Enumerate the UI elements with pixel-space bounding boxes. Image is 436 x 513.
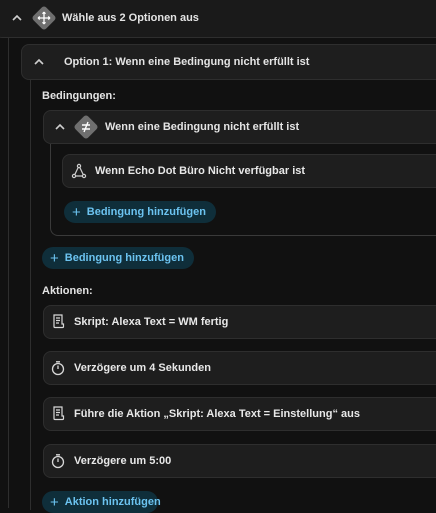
inner-add-condition-button[interactable]: + Bedingung hinzufügen bbox=[64, 201, 216, 223]
script-icon bbox=[50, 313, 66, 329]
option-1-title: Option 1: Wenn eine Bedingung nicht erfü… bbox=[64, 56, 310, 68]
inner-add-condition-label: Bedingung hinzufügen bbox=[86, 206, 206, 218]
conditions-heading: Bedingungen: bbox=[42, 90, 116, 102]
device-graph-icon bbox=[71, 163, 87, 179]
choose-icon bbox=[31, 5, 57, 31]
plus-icon: + bbox=[72, 203, 81, 221]
add-condition-label: Bedingung hinzufügen bbox=[64, 252, 184, 264]
action-label: Führe die Aktion „Skript: Alexa Text = E… bbox=[74, 408, 360, 420]
script-icon bbox=[50, 405, 66, 421]
not-equal-icon bbox=[73, 114, 99, 140]
action-label: Verzögere um 4 Sekunden bbox=[74, 362, 211, 374]
chevron-down-icon[interactable] bbox=[32, 55, 46, 69]
add-condition-button[interactable]: + Bedingung hinzufügen bbox=[42, 247, 194, 269]
action-label: Skript: Alexa Text = WM fertig bbox=[74, 316, 229, 328]
action-label: Verzögere um 5:00 bbox=[74, 455, 172, 467]
timer-icon bbox=[50, 453, 66, 469]
sub-condition-label: Wenn Echo Dot Büro Nicht verfügbar ist bbox=[95, 165, 306, 177]
chevron-down-icon[interactable] bbox=[10, 11, 24, 25]
actions-heading: Aktionen: bbox=[42, 285, 93, 297]
chevron-down-icon[interactable] bbox=[53, 120, 67, 134]
not-condition-title: Wenn eine Bedingung nicht erfüllt ist bbox=[105, 121, 300, 133]
choose-title: Wähle aus 2 Optionen aus bbox=[62, 12, 199, 24]
add-action-button[interactable]: + Aktion hinzufügen bbox=[42, 491, 161, 513]
plus-icon: + bbox=[50, 493, 59, 511]
timer-icon bbox=[50, 360, 66, 376]
add-action-label: Aktion hinzufügen bbox=[64, 496, 161, 508]
plus-icon: + bbox=[50, 249, 59, 267]
